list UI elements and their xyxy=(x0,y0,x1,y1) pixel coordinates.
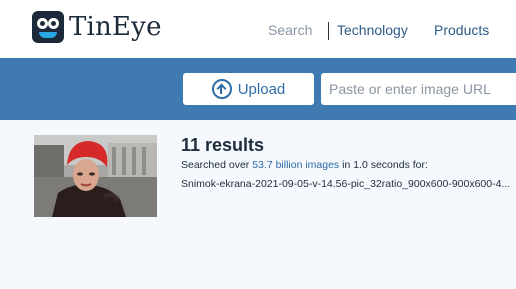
query-filename: Snimok-ekrana-2021-09-05-v-14.56-pic_32r… xyxy=(181,178,511,190)
logo-text: TinEye xyxy=(69,12,162,42)
index-size-link[interactable]: 53.7 billion images xyxy=(252,159,339,171)
nav-search[interactable]: Search xyxy=(268,22,312,38)
meta-suffix: in 1.0 seconds for: xyxy=(339,159,428,171)
image-url-input[interactable] xyxy=(321,73,516,105)
meta-prefix: Searched over xyxy=(181,159,253,171)
search-bar: Upload xyxy=(0,58,516,120)
nav-products[interactable]: Products xyxy=(434,22,489,38)
upload-arrow-icon xyxy=(211,79,232,99)
text-cursor xyxy=(328,22,329,40)
tineye-logo[interactable]: TinEye xyxy=(32,11,162,43)
site-header: TinEye Search Technology Products xyxy=(0,0,516,58)
nav-technology[interactable]: Technology xyxy=(337,22,408,38)
query-image-thumbnail[interactable] xyxy=(34,135,157,217)
search-meta: Searched over 53.7 billion images in 1.0… xyxy=(181,159,428,171)
upload-label: Upload xyxy=(237,80,286,98)
upload-button[interactable]: Upload xyxy=(183,73,314,105)
tineye-robot-icon xyxy=(32,11,64,43)
thumbnail-photo xyxy=(34,135,157,217)
results-count: 11 results xyxy=(181,135,265,155)
